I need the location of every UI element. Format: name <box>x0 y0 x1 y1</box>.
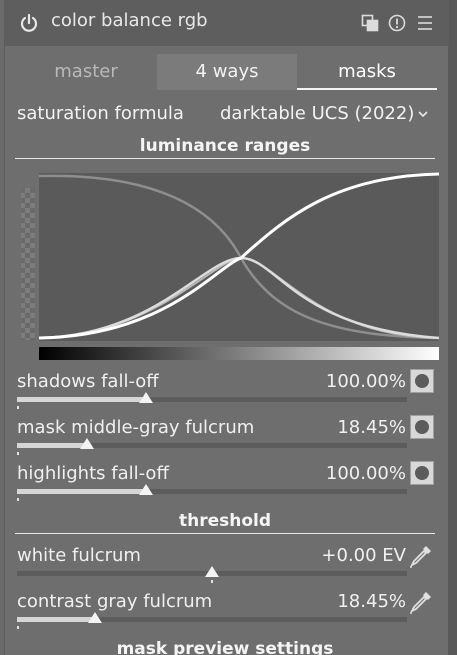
luminance-ranges-header: luminance ranges <box>15 136 435 159</box>
slider-tick <box>17 626 19 629</box>
scrollbar-track[interactable] <box>448 0 457 655</box>
highlights-falloff-slider[interactable] <box>17 489 407 494</box>
highlights-mask-toggle[interactable] <box>410 461 434 485</box>
mask-preview-settings-header: mask preview settings <box>116 639 334 655</box>
shadows-mask-toggle[interactable] <box>410 369 434 393</box>
white-fulcrum-label: white fulcrum <box>17 545 141 566</box>
saturation-formula-label: saturation formula <box>17 103 184 124</box>
chevron-down-icon[interactable] <box>417 108 429 120</box>
color-picker-icon[interactable] <box>408 589 434 615</box>
mask-middle-gray-label: mask middle-gray fulcrum <box>17 417 255 438</box>
white-fulcrum-value[interactable]: +0.00 EV <box>321 545 406 566</box>
midtones-mask-toggle[interactable] <box>410 415 434 439</box>
presets-icon[interactable] <box>361 14 379 32</box>
threshold-header: threshold <box>15 511 435 534</box>
highlights-falloff-value[interactable]: 100.00% <box>326 463 406 484</box>
module-header[interactable]: color balance rgb <box>5 0 449 46</box>
contrast-gray-fulcrum-value[interactable]: 18.45% <box>337 591 406 612</box>
slider-tick <box>17 452 19 455</box>
module-title: color balance rgb <box>51 10 208 31</box>
color-picker-icon[interactable] <box>408 543 434 569</box>
highlights-falloff-label: highlights fall-off <box>17 463 169 484</box>
contrast-gray-fulcrum-handle[interactable] <box>88 612 102 623</box>
mask-middle-gray-slider[interactable] <box>17 443 407 448</box>
mask-middle-gray-value[interactable]: 18.45% <box>337 417 406 438</box>
color-balance-rgb-module: color balance rgb master 4 ways masks sa… <box>4 0 449 655</box>
menu-icon[interactable] <box>416 14 434 32</box>
shadows-falloff-label: shadows fall-off <box>17 371 159 392</box>
saturation-formula-select[interactable]: darktable UCS (2022) <box>220 103 414 124</box>
tab-bar: master 4 ways masks <box>5 54 449 90</box>
white-fulcrum-handle[interactable] <box>205 566 219 577</box>
contrast-gray-fulcrum-slider[interactable] <box>17 617 407 622</box>
tab-4-ways[interactable]: 4 ways <box>157 54 297 90</box>
luminance-gradient-bar <box>39 347 439 360</box>
shadows-falloff-value[interactable]: 100.00% <box>326 371 406 392</box>
slider-tick <box>17 406 19 409</box>
mask-middle-gray-handle[interactable] <box>80 438 95 449</box>
shadows-falloff-handle[interactable] <box>138 392 153 403</box>
luminance-ranges-graph <box>21 172 439 360</box>
contrast-gray-fulcrum-label: contrast gray fulcrum <box>17 591 213 612</box>
highlights-falloff-handle[interactable] <box>138 484 153 495</box>
slider-tick <box>211 580 213 583</box>
slider-tick <box>17 498 19 501</box>
alpha-checker-strip <box>21 188 35 340</box>
reset-icon[interactable] <box>388 14 406 32</box>
tab-master[interactable]: master <box>15 54 157 90</box>
tab-masks[interactable]: masks <box>297 54 437 90</box>
power-icon[interactable] <box>19 13 39 33</box>
shadows-falloff-slider[interactable] <box>17 397 407 402</box>
